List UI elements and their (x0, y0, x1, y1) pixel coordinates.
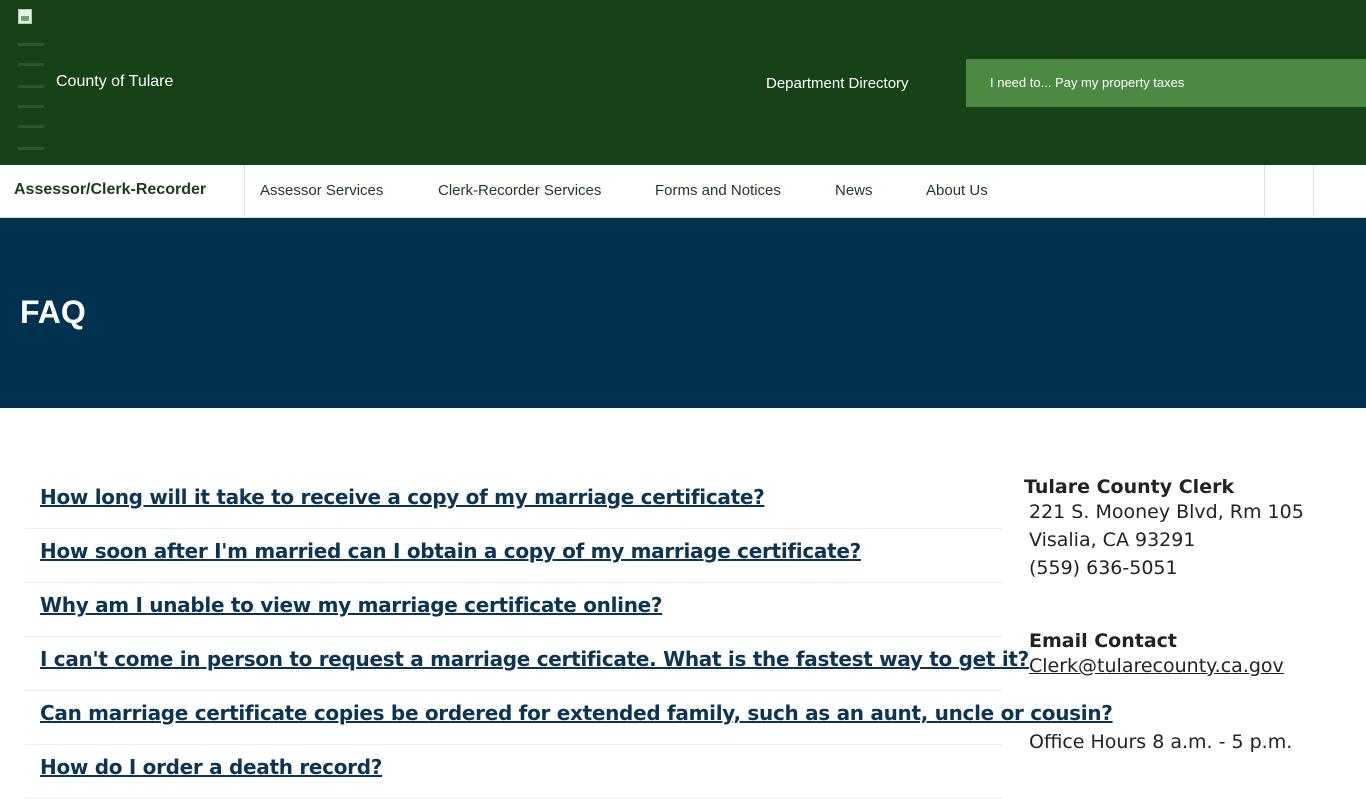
email-contact-title: Email Contact (1029, 630, 1178, 652)
faq-item: How soon after I'm married can I obtain … (25, 529, 1002, 583)
nav-item-forms-and-notices[interactable]: Forms and Notices (655, 182, 781, 199)
logo-alt-text (18, 43, 44, 46)
i-need-to-dropdown[interactable]: I need to... Pay my property taxes (966, 59, 1366, 107)
contact-title: Tulare County Clerk (1024, 476, 1235, 498)
menu-toggle-button[interactable] (1314, 165, 1362, 217)
address-line-2: Visalia, CA 93291 (1029, 529, 1196, 551)
faq-question-link[interactable]: I can't come in person to request a marr… (40, 647, 1029, 671)
nav-item-clerk-recorder-services[interactable]: Clerk-Recorder Services (438, 182, 601, 199)
logo-alt-text (18, 125, 44, 128)
department-directory-link[interactable]: Department Directory (766, 75, 909, 92)
address-line-1: 221 S. Mooney Blvd, Rm 105 (1029, 501, 1304, 523)
phone-number: (559) 636-5051 (1029, 557, 1178, 579)
site-name-link[interactable]: County of Tulare (56, 73, 173, 91)
faq-question-link[interactable]: Can marriage certificate copies be order… (40, 701, 1113, 725)
faq-item: How do I order a death record? (25, 745, 1002, 799)
department-title-link[interactable]: Assessor/Clerk-Recorder (14, 181, 206, 199)
logo-alt-text (18, 85, 44, 88)
nav-item-news[interactable]: News (835, 182, 873, 199)
office-hours: Office Hours 8 a.m. - 5 p.m. (1029, 731, 1293, 753)
nav-item-assessor-services[interactable]: Assessor Services (260, 182, 383, 199)
search-toggle-button[interactable] (1265, 165, 1313, 217)
broken-image-icon (18, 9, 32, 24)
county-logo[interactable] (18, 9, 46, 159)
page-title: FAQ (20, 294, 86, 330)
department-nav: Assessor/Clerk-Recorder Assessor Service… (0, 165, 1366, 218)
site-header: County of Tulare Department Directory I … (0, 0, 1366, 165)
nav-divider (244, 165, 245, 217)
email-link[interactable]: Clerk@tularecounty.ca.gov (1024, 652, 1354, 680)
faq-item: Can marriage certificate copies be order… (25, 691, 1113, 745)
nav-item-about-us[interactable]: About Us (926, 182, 988, 199)
logo-alt-text (18, 147, 44, 150)
logo-alt-text (18, 63, 44, 66)
faq-question-link[interactable]: Why am I unable to view my marriage cert… (40, 593, 663, 617)
faq-question-link[interactable]: How soon after I'm married can I obtain … (40, 539, 861, 563)
faq-item: Why am I unable to view my marriage cert… (25, 583, 1002, 637)
faq-list: How long will it take to receive a copy … (25, 475, 1113, 799)
faq-item: I can't come in person to request a marr… (25, 637, 1029, 691)
faq-item: How long will it take to receive a copy … (25, 475, 1002, 529)
page-hero: FAQ (0, 218, 1366, 408)
faq-question-link[interactable]: How long will it take to receive a copy … (40, 485, 765, 509)
logo-alt-text (18, 105, 44, 108)
contact-sidebar: Tulare County Clerk 221 S. Mooney Blvd, … (1024, 476, 1354, 756)
faq-question-link[interactable]: How do I order a death record? (40, 755, 382, 779)
